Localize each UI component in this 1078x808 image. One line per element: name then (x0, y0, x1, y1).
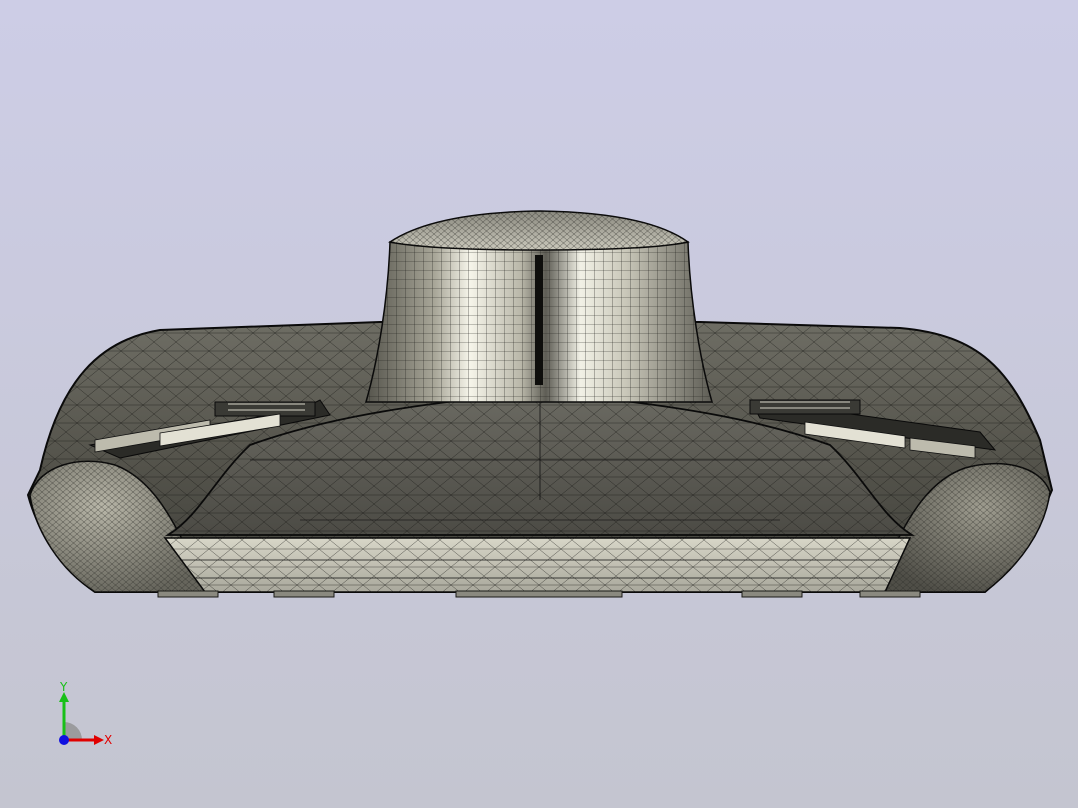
axis-triad[interactable]: Y X (40, 680, 120, 760)
3d-viewport[interactable]: Y X (0, 0, 1078, 808)
x-axis-label: X (104, 733, 112, 747)
model-render[interactable] (0, 0, 1078, 808)
z-axis-dot (59, 735, 69, 745)
y-axis-label: Y (59, 680, 68, 694)
dome-slit (535, 255, 543, 385)
x-axis-head (94, 735, 104, 745)
